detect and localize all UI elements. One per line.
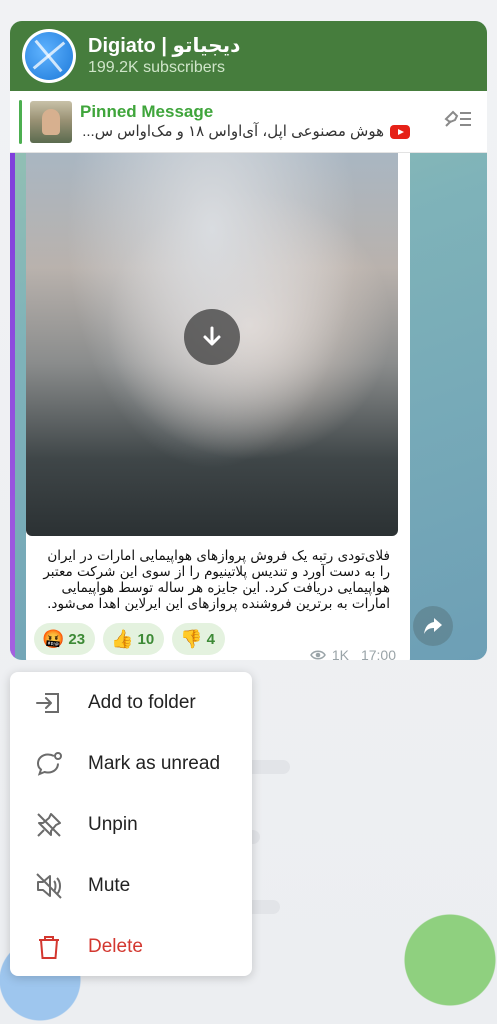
message-time: 17:00 — [360, 647, 396, 660]
pinned-indicator — [19, 99, 22, 144]
pinned-list-icon[interactable] — [443, 107, 473, 136]
context-menu: Add to folder Mark as unread Unpin Mute … — [10, 672, 252, 976]
reaction-angry[interactable]: 🤬 23 — [34, 623, 96, 655]
download-button[interactable] — [184, 309, 240, 365]
menu-delete[interactable]: Delete — [10, 916, 252, 977]
reactions-row: 🤬 23 👍 10 👎 4 — [34, 623, 225, 655]
menu-unpin[interactable]: Unpin — [10, 794, 252, 855]
channel-preview[interactable]: Digiato | دیجیاتو 199.2K subscribers Pin… — [10, 21, 487, 660]
mark-unread-icon — [36, 751, 62, 776]
menu-add-to-folder[interactable]: Add to folder — [10, 672, 252, 733]
view-count: 1K — [331, 647, 349, 660]
message-meta: 1K 17:00 — [309, 647, 396, 660]
thumbs-up-emoji-icon: 👍 — [111, 628, 134, 649]
channel-title: Digiato | دیجیاتو — [88, 35, 241, 57]
add-to-folder-icon — [36, 692, 59, 713]
pinned-message-bar[interactable]: Pinned Message هوش مصنوعی اپل، آی‌اواس ۱… — [10, 91, 487, 153]
angry-emoji-icon: 🤬 — [42, 628, 65, 649]
unpin-icon — [37, 812, 61, 837]
menu-item-label: Add to folder — [88, 691, 196, 713]
menu-mark-as-unread[interactable]: Mark as unread — [10, 733, 252, 794]
channel-avatar — [22, 29, 76, 83]
menu-item-label: Mute — [88, 874, 131, 896]
pinned-title: Pinned Message — [80, 102, 214, 121]
thumbs-down-emoji-icon: 👎 — [180, 628, 203, 649]
pinned-thumbnail — [30, 100, 72, 143]
chat-side-strip — [10, 153, 15, 660]
reaction-thumbs-up[interactable]: 👍 10 — [103, 623, 165, 655]
delete-icon — [39, 935, 59, 959]
reaction-count: 10 — [137, 630, 155, 648]
reaction-count: 4 — [206, 630, 215, 648]
youtube-icon — [390, 125, 410, 139]
eye-icon — [309, 650, 326, 660]
mute-icon — [36, 872, 62, 899]
download-arrow-icon — [203, 326, 221, 346]
message-bubble[interactable]: فلای‌تودی رتبه یک فروش پروازهای هواپیمای… — [26, 153, 410, 660]
menu-mute[interactable]: Mute — [10, 855, 252, 916]
menu-item-label: Mark as unread — [88, 752, 221, 774]
share-arrow-icon — [424, 618, 442, 634]
reaction-count: 23 — [68, 630, 86, 648]
reaction-thumbs-down[interactable]: 👎 4 — [172, 623, 225, 655]
message-caption: فلای‌تودی رتبه یک فروش پروازهای هواپیمای… — [43, 548, 390, 612]
share-button[interactable] — [413, 606, 453, 646]
menu-item-label: Unpin — [88, 813, 138, 835]
pinned-message-text: هوش مصنوعی اپل، آی‌اواس ۱۸ و مک‌اواس س..… — [82, 123, 384, 140]
menu-item-label: Delete — [88, 935, 143, 957]
blurred-media-preview[interactable] — [26, 153, 398, 536]
subscriber-count: 199.2K subscribers — [88, 59, 225, 76]
channel-header[interactable]: Digiato | دیجیاتو 199.2K subscribers — [10, 21, 487, 91]
